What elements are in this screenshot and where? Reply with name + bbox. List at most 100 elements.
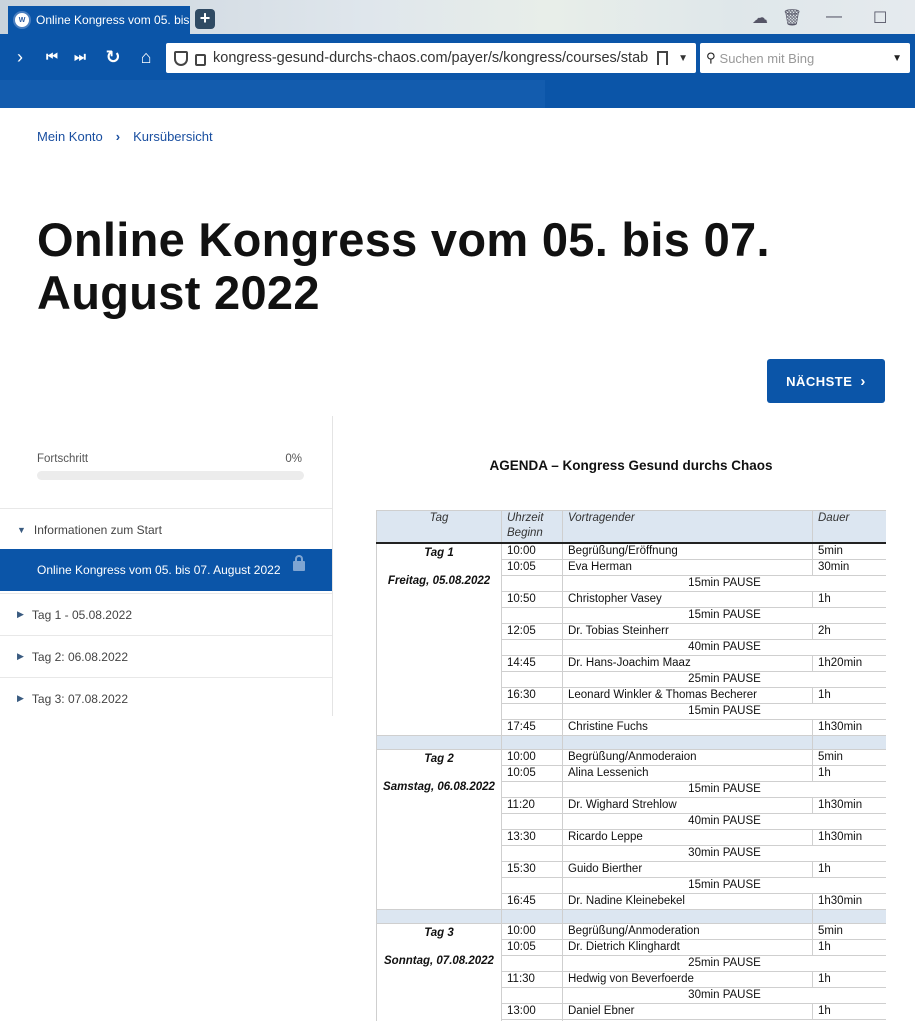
agenda-speaker-cell: Dr. Hans-Joachim Maaz xyxy=(562,654,813,672)
agenda-time-cell xyxy=(501,986,563,1004)
agenda-time-cell xyxy=(501,638,563,656)
search-input[interactable]: ⚲ Suchen mit Bing ▼ xyxy=(700,43,910,73)
triangle-right-icon: ▶ xyxy=(17,693,24,703)
agenda-time-cell: 12:05 xyxy=(501,622,563,640)
agenda-row: Tag 1 Freitag, 05.08.2022 10:00 Begrüßung/E… xyxy=(376,542,886,736)
breadcrumb-account-link[interactable]: Mein Konto xyxy=(37,129,103,144)
address-bar[interactable]: kongress-gesund-durchs-chaos.com/payer/s… xyxy=(166,43,696,73)
agenda-day-label: Tag 3 xyxy=(424,926,454,939)
search-icon: ⚲ xyxy=(706,50,716,65)
agenda-time-cell: 11:30 xyxy=(501,970,563,988)
search-placeholder: Suchen mit Bing xyxy=(719,50,815,66)
agenda-time-cell: 10:00 xyxy=(501,542,563,560)
sidebar-item-tag-2[interactable]: ▶ Tag 2: 06.08.2022 xyxy=(0,635,332,677)
agenda-speaker-cell: Dr. Nadine Kleinebekel xyxy=(562,892,813,910)
agenda-time-cell: 11:20 xyxy=(501,796,563,814)
skip-back-icon[interactable]: ⏮ xyxy=(40,46,64,68)
chevron-right-icon: › xyxy=(860,372,866,390)
agenda-day-date: Samstag, 06.08.2022 xyxy=(383,780,495,793)
agenda-duration-cell: 2h xyxy=(812,622,886,640)
agenda-time-cell: 10:05 xyxy=(501,764,563,782)
agenda-day-label: Tag 1 xyxy=(424,546,454,559)
agenda-day-cell: Tag 1 Freitag, 05.08.2022 xyxy=(376,542,502,736)
skip-forward-icon[interactable]: ⏭ xyxy=(68,46,92,68)
forward-arrow-icon[interactable]: › xyxy=(8,46,32,68)
agenda-title: AGENDA – Kongress Gesund durchs Chaos xyxy=(489,458,773,473)
agenda-time-cell: 10:05 xyxy=(501,558,563,576)
agenda-speaker-cell: Alina Lessenich xyxy=(562,764,813,782)
sidebar-item-tag-1[interactable]: ▶ Tag 1 - 05.08.2022 xyxy=(0,593,332,635)
agenda-duration-cell: 1h xyxy=(812,860,886,878)
trash-icon[interactable]: 🗑 xyxy=(782,8,802,28)
column-header-duration: Dauer xyxy=(812,510,886,544)
cloud-icon[interactable]: ☁ xyxy=(752,8,768,28)
agenda-time-cell: 10:50 xyxy=(501,590,563,608)
agenda-day-date: Freitag, 05.08.2022 xyxy=(387,574,491,587)
agenda-duration-cell: 1h30min xyxy=(812,828,886,846)
triangle-right-icon: ▶ xyxy=(17,609,24,619)
chevron-down-icon[interactable]: ▼ xyxy=(678,53,688,64)
agenda-time-cell xyxy=(501,812,563,830)
agenda-pause-cell: 25min PAUSE xyxy=(562,670,886,688)
agenda-time-cell: 16:30 xyxy=(501,686,563,704)
agenda-speaker-cell: Daniel Ebner xyxy=(562,1002,813,1020)
column-header-speaker: Vortragender xyxy=(562,510,813,544)
agenda-duration-cell: 30min xyxy=(812,558,886,576)
agenda-pause-cell: 15min PAUSE xyxy=(562,702,886,720)
sidebar-item-label: Tag 1 - 05.08.2022 xyxy=(31,607,132,622)
site-favicon-icon: W xyxy=(13,11,31,29)
agenda-table-container: Tag Uhrzeit Beginn Vortragender Dauer Ta… xyxy=(376,510,886,1021)
agenda-duration-cell: 1h xyxy=(812,938,886,956)
bookmark-icon[interactable] xyxy=(657,51,669,65)
maximize-icon[interactable]: ☐ xyxy=(873,8,887,28)
agenda-speaker-cell: Guido Bierther xyxy=(562,860,813,878)
tab-title: Online Kongress vom 05. bis 07. August 2… xyxy=(36,13,190,27)
agenda-time-cell xyxy=(501,574,563,592)
agenda-duration-cell: 5min xyxy=(812,542,886,560)
next-button[interactable]: NÄCHSTE › xyxy=(767,359,885,403)
agenda-time-cell: 14:45 xyxy=(501,654,563,672)
agenda-row: Tag 3 Sonntag, 07.08.2022 10:00 Begrüßung/A… xyxy=(376,922,886,1021)
agenda-time-cell xyxy=(501,702,563,720)
triangle-right-icon: ▶ xyxy=(17,651,24,661)
sidebar-item-tag-3[interactable]: ▶ Tag 3: 07.08.2022 xyxy=(0,677,332,719)
sidebar-item-active-lesson[interactable]: Online Kongress vom 05. bis 07. August 2… xyxy=(0,549,332,591)
agenda-time-cell: 13:30 xyxy=(501,828,563,846)
sidebar-section-label: Informationen zum Start xyxy=(33,523,162,537)
agenda-time-cell: 13:00 xyxy=(501,1002,563,1020)
agenda-pause-cell: 30min PAUSE xyxy=(562,844,886,862)
agenda-time-cell xyxy=(501,780,563,798)
home-icon[interactable]: ⌂ xyxy=(134,46,158,68)
breadcrumb-courses-link[interactable]: Kursübersicht xyxy=(133,129,212,144)
agenda-duration-cell: 1h xyxy=(812,590,886,608)
shield-icon xyxy=(174,50,188,66)
agenda-speaker-cell: Begrüßung/Anmoderaion xyxy=(562,748,813,766)
agenda-speaker-cell: Hedwig von Beverfoerde xyxy=(562,970,813,988)
agenda-day-date: Sonntag, 07.08.2022 xyxy=(384,954,494,967)
agenda-pause-cell: 15min PAUSE xyxy=(562,876,886,894)
agenda-duration-cell: 1h xyxy=(812,970,886,988)
agenda-speaker-cell: Begrüßung/Anmoderation xyxy=(562,922,813,940)
sidebar-item-label: Tag 3: 07.08.2022 xyxy=(31,691,129,706)
url-text[interactable]: kongress-gesund-durchs-chaos.com/payer/s… xyxy=(213,50,649,66)
browser-tab-bar: W Online Kongress vom 05. bis 07. August… xyxy=(0,0,915,34)
sidebar-section-start[interactable]: ▼ Informationen zum Start xyxy=(0,508,332,549)
agenda-row: Tag 2 Samstag, 06.08.2022 10:00 Begrüßung/A… xyxy=(376,748,886,910)
agenda-pause-cell: 40min PAUSE xyxy=(562,812,886,830)
progress-bar xyxy=(37,471,304,480)
agenda-time-cell: 17:45 xyxy=(501,718,563,736)
agenda-time-cell xyxy=(501,954,563,972)
new-tab-plus-icon[interactable]: + xyxy=(195,9,215,29)
agenda-day-cell: Tag 3 Sonntag, 07.08.2022 xyxy=(376,922,502,1021)
page-title: Online Kongress vom 05. bis 07. August 2… xyxy=(37,213,770,319)
agenda-duration-cell: 1h xyxy=(812,686,886,704)
agenda-time-cell xyxy=(501,876,563,894)
agenda-speaker-cell: Dr. Tobias Steinherr xyxy=(562,622,813,640)
agenda-duration-cell: 5min xyxy=(812,922,886,940)
agenda-day-separator xyxy=(376,734,886,750)
browser-tab[interactable]: W Online Kongress vom 05. bis 07. August… xyxy=(8,6,190,34)
search-engine-dropdown-icon[interactable]: ▼ xyxy=(892,53,902,64)
reload-icon[interactable]: ↻ xyxy=(101,46,125,68)
site-header-bar xyxy=(0,80,915,108)
minimize-icon[interactable]: — xyxy=(826,8,842,26)
